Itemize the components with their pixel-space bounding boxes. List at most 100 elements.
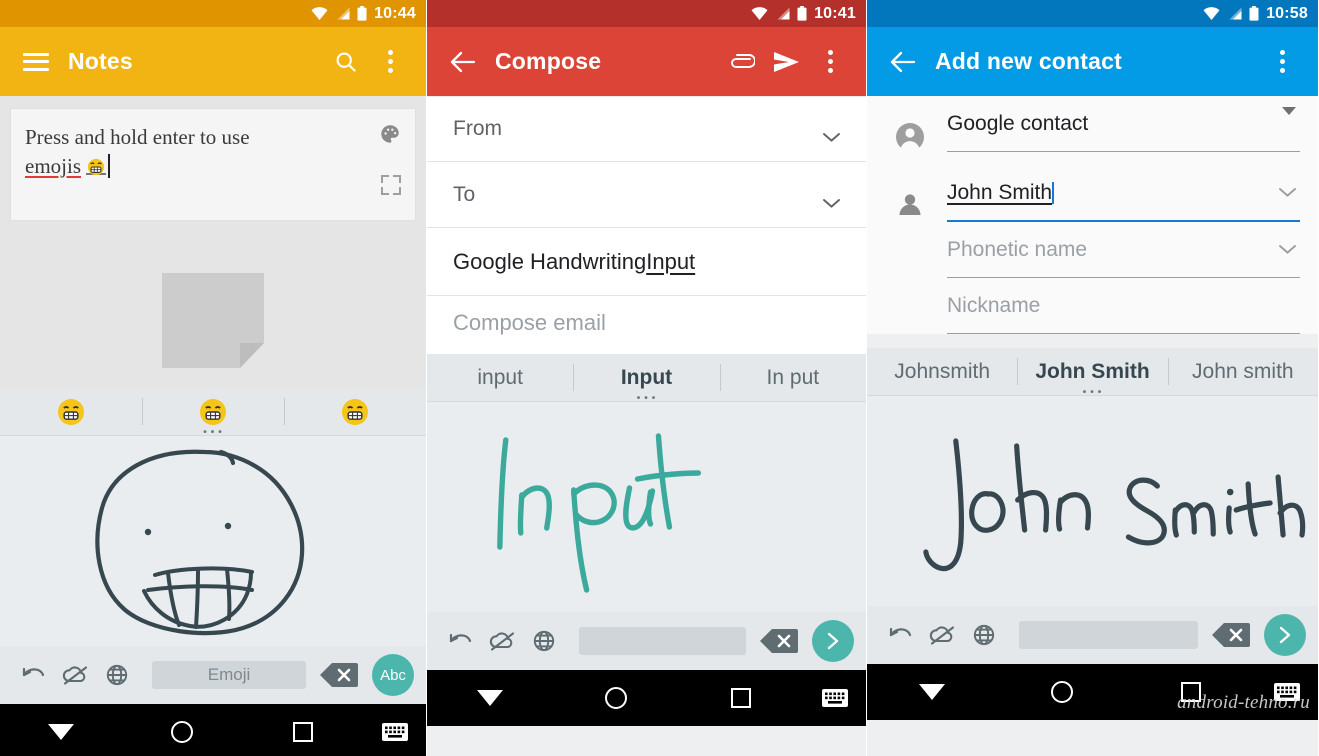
battery-icon	[1249, 6, 1259, 21]
space-bar[interactable]	[1019, 621, 1198, 649]
next-arrow-icon[interactable]	[1264, 614, 1306, 656]
page-title: Add new contact	[935, 48, 1123, 74]
cloud-off-icon[interactable]	[921, 614, 963, 656]
handwriting-canvas[interactable]	[0, 436, 426, 646]
home-circle-icon	[604, 687, 627, 709]
recents-square-icon	[731, 688, 752, 708]
suggestion-item[interactable]	[284, 388, 426, 435]
overflow-menu-icon[interactable]	[368, 40, 412, 84]
note-text: Press and hold enter to use emojis	[25, 123, 369, 181]
send-icon[interactable]	[764, 40, 808, 84]
battery-icon	[357, 6, 367, 21]
status-bar: 10:44	[0, 0, 426, 27]
nickname-placeholder: Nickname	[947, 293, 1041, 317]
grinning-face-emoji	[200, 398, 226, 425]
wifi-icon	[1203, 7, 1220, 20]
notes-list-area: Press and hold enter to use emojis	[0, 96, 426, 388]
keyboard-toolbar	[427, 612, 866, 670]
recents-square-icon	[293, 722, 314, 742]
phonetic-name-placeholder: Phonetic name	[947, 237, 1088, 261]
cloud-off-icon[interactable]	[54, 654, 96, 696]
status-bar-clock: 10:58	[1266, 4, 1308, 22]
undo-arrow-icon[interactable]	[439, 620, 481, 662]
nav-back-button[interactable]	[867, 684, 997, 700]
nav-keyboard-button[interactable]	[804, 689, 866, 707]
chevron-down-icon[interactable]	[1279, 184, 1296, 202]
undo-arrow-icon[interactable]	[12, 654, 54, 696]
account-type-field[interactable]: Google contact	[947, 96, 1300, 152]
undo-arrow-icon[interactable]	[879, 614, 921, 656]
account-row[interactable]: Google contact	[867, 96, 1318, 152]
from-field-row[interactable]: From	[427, 96, 866, 162]
nav-home-button[interactable]	[121, 721, 242, 743]
suggestion-item-active[interactable]: John Smith	[1017, 348, 1167, 395]
suggestion-strip: Johnsmith John Smith John smith	[867, 348, 1318, 396]
nav-recents-button[interactable]	[243, 722, 364, 742]
subject-field-row[interactable]: Google Handwriting Input	[427, 228, 866, 296]
handwriting-canvas[interactable]	[427, 402, 866, 612]
space-bar[interactable]	[579, 627, 746, 655]
back-arrow-icon[interactable]	[881, 40, 925, 84]
body-placeholder: Compose email	[453, 310, 606, 335]
site-watermark: android-tehno.ru	[1177, 692, 1310, 713]
nav-home-button[interactable]	[997, 681, 1127, 703]
suggestion-item-active[interactable]: Input	[573, 354, 719, 401]
compose-form: From To Google Handwriting Input Compose…	[427, 96, 866, 354]
back-triangle-icon	[918, 684, 945, 700]
text-caret	[1052, 182, 1055, 204]
suggestion-item[interactable]: In put	[719, 354, 866, 401]
back-triangle-icon	[476, 690, 503, 706]
status-bar: 10:58	[867, 0, 1318, 27]
globe-language-icon[interactable]	[963, 614, 1005, 656]
suggestion-item-active[interactable]	[142, 388, 284, 435]
suggestion-item[interactable]	[0, 388, 142, 435]
search-icon[interactable]	[324, 40, 368, 84]
abc-keyboard-mode-icon[interactable]: Abc	[372, 654, 414, 696]
suggestion-item[interactable]: John smith	[1167, 348, 1318, 395]
chevron-down-icon[interactable]	[823, 190, 840, 208]
nav-back-button[interactable]	[0, 724, 121, 740]
to-field-row[interactable]: To	[427, 162, 866, 228]
nav-home-button[interactable]	[553, 687, 679, 709]
android-nav-bar: android-tehno.ru	[867, 664, 1318, 720]
handwriting-canvas[interactable]	[867, 396, 1318, 606]
overflow-menu-icon[interactable]	[808, 40, 852, 84]
overflow-menu-icon[interactable]	[1260, 40, 1304, 84]
hamburger-menu-icon[interactable]	[14, 40, 58, 84]
space-bar[interactable]: Emoji	[152, 661, 306, 689]
from-field-label: From	[453, 117, 502, 140]
note-line-2: emojis	[25, 154, 81, 178]
phone-screen-add-contact: 10:58 Add new contact Google contact Joh…	[866, 0, 1318, 756]
body-field-row[interactable]: Compose email	[427, 296, 866, 354]
attachment-paperclip-icon[interactable]	[720, 40, 764, 84]
fullscreen-expand-icon[interactable]	[381, 175, 401, 195]
grinning-face-emoji	[58, 398, 84, 425]
backspace-delete-icon[interactable]	[1212, 622, 1250, 648]
next-arrow-icon[interactable]	[812, 620, 854, 662]
suggestion-item[interactable]: input	[427, 354, 573, 401]
color-palette-icon[interactable]	[379, 123, 401, 145]
nav-back-button[interactable]	[427, 690, 553, 706]
suggestion-item[interactable]: Johnsmith	[867, 348, 1017, 395]
globe-language-icon[interactable]	[96, 654, 138, 696]
suggestion-strip	[0, 388, 426, 436]
phone-screen-notes: 10:44 Notes Press and hold enter to use …	[0, 0, 426, 756]
backspace-delete-icon[interactable]	[760, 628, 798, 654]
cloud-off-icon[interactable]	[481, 620, 523, 662]
phone-screen-compose: 10:41 Compose From To Google Handwriting…	[426, 0, 866, 756]
nickname-field[interactable]: Nickname	[947, 278, 1300, 334]
backspace-delete-icon[interactable]	[320, 662, 358, 688]
chevron-down-icon[interactable]	[1279, 241, 1296, 259]
name-field[interactable]: John Smith	[947, 166, 1300, 222]
screenshot-collage: 10:44 Notes Press and hold enter to use …	[0, 0, 1319, 756]
nav-keyboard-button[interactable]	[364, 723, 426, 741]
globe-language-icon[interactable]	[523, 620, 565, 662]
phonetic-name-field[interactable]: Phonetic name	[947, 222, 1300, 278]
back-triangle-icon	[47, 724, 74, 740]
nav-recents-button[interactable]	[678, 688, 804, 708]
back-arrow-icon[interactable]	[441, 40, 485, 84]
chevron-down-icon[interactable]	[823, 124, 840, 142]
battery-icon	[797, 6, 807, 21]
dropdown-triangle-icon[interactable]	[1282, 106, 1296, 133]
note-card[interactable]: Press and hold enter to use emojis	[10, 108, 416, 221]
